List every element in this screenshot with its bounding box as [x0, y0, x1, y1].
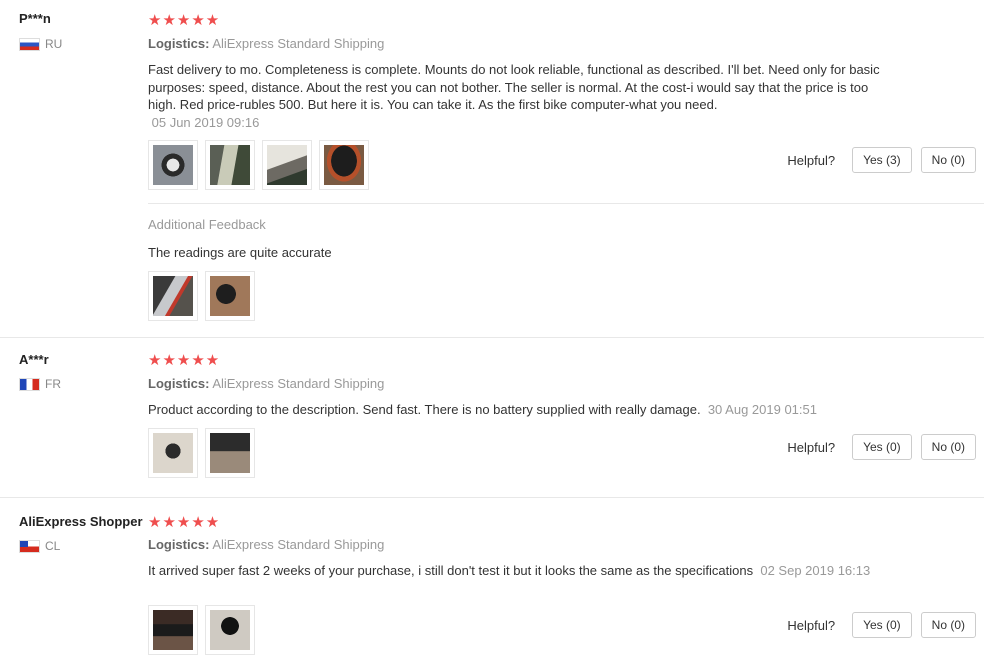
- reviewer-country: FR: [19, 377, 61, 391]
- country-code: FR: [45, 377, 61, 391]
- country-code: RU: [45, 37, 63, 51]
- reviewer-country: CL: [19, 539, 60, 553]
- review-photos: [148, 140, 376, 190]
- review-photo[interactable]: [148, 271, 198, 321]
- helpful-label: Helpful?: [787, 152, 836, 168]
- helpful-label: Helpful?: [787, 617, 836, 633]
- review-text: It arrived super fast 2 weeks of your pu…: [148, 563, 754, 578]
- review-photo[interactable]: [148, 140, 198, 190]
- additional-feedback-title: Additional Feedback: [148, 217, 266, 232]
- review-photo[interactable]: [148, 428, 198, 478]
- star-rating: ★★★★★: [148, 514, 221, 531]
- review-date: 02 Sep 2019 16:13: [760, 563, 871, 578]
- logistics-value: AliExpress Standard Shipping: [212, 36, 385, 51]
- helpful-no-button[interactable]: No (0): [920, 147, 976, 173]
- additional-divider: [148, 203, 984, 204]
- country-code: CL: [45, 539, 61, 553]
- logistics-label: Logistics:: [148, 376, 210, 391]
- review-divider: [0, 497, 984, 498]
- review-photo[interactable]: [148, 605, 198, 655]
- reviewer-name: P***n: [19, 11, 51, 26]
- review-text: Fast delivery to mo. Completeness is com…: [148, 62, 880, 112]
- reviewer-name: AliExpress Shopper: [19, 514, 143, 529]
- flag-ru-icon: [19, 37, 40, 51]
- helpful-no-button[interactable]: No (0): [920, 612, 976, 638]
- logistics-info: Logistics: AliExpress Standard Shipping: [148, 376, 384, 391]
- helpful-vote: Helpful? Yes (0) No (0): [787, 612, 976, 638]
- helpful-no-button[interactable]: No (0): [920, 434, 976, 460]
- logistics-label: Logistics:: [148, 36, 210, 51]
- review-text: Product according to the description. Se…: [148, 402, 701, 417]
- review-photo[interactable]: [205, 140, 255, 190]
- helpful-yes-button[interactable]: Yes (0): [852, 434, 912, 460]
- star-rating: ★★★★★: [148, 352, 221, 369]
- review-body: Fast delivery to mo. Completeness is com…: [148, 61, 888, 131]
- review-body: Product according to the description. Se…: [148, 401, 888, 419]
- logistics-info: Logistics: AliExpress Standard Shipping: [148, 537, 384, 552]
- helpful-vote: Helpful? Yes (3) No (0): [787, 147, 976, 173]
- review-divider: [0, 337, 984, 338]
- review-photo[interactable]: [205, 428, 255, 478]
- flag-fr-icon: [19, 377, 40, 391]
- star-rating: ★★★★★: [148, 12, 221, 29]
- helpful-vote: Helpful? Yes (0) No (0): [787, 434, 976, 460]
- review-date: 30 Aug 2019 01:51: [707, 402, 817, 417]
- review-photos: [148, 428, 262, 478]
- additional-feedback-text: The readings are quite accurate: [148, 245, 332, 260]
- logistics-value: AliExpress Standard Shipping: [212, 537, 385, 552]
- review-photo[interactable]: [205, 271, 255, 321]
- helpful-yes-button[interactable]: Yes (0): [852, 612, 912, 638]
- additional-photos: [148, 271, 262, 321]
- logistics-label: Logistics:: [148, 537, 210, 552]
- review-photo[interactable]: [319, 140, 369, 190]
- review-date: 05 Jun 2019 09:16: [151, 114, 260, 130]
- review-photo[interactable]: [262, 140, 312, 190]
- review-photos: [148, 605, 262, 655]
- reviewer-country: RU: [19, 37, 62, 51]
- logistics-value: AliExpress Standard Shipping: [212, 376, 385, 391]
- review-photo[interactable]: [205, 605, 255, 655]
- logistics-info: Logistics: AliExpress Standard Shipping: [148, 36, 384, 51]
- helpful-label: Helpful?: [787, 439, 836, 455]
- flag-cl-icon: [19, 539, 40, 553]
- reviewer-name: A***r: [19, 352, 49, 367]
- review-body: It arrived super fast 2 weeks of your pu…: [148, 562, 888, 580]
- helpful-yes-button[interactable]: Yes (3): [852, 147, 912, 173]
